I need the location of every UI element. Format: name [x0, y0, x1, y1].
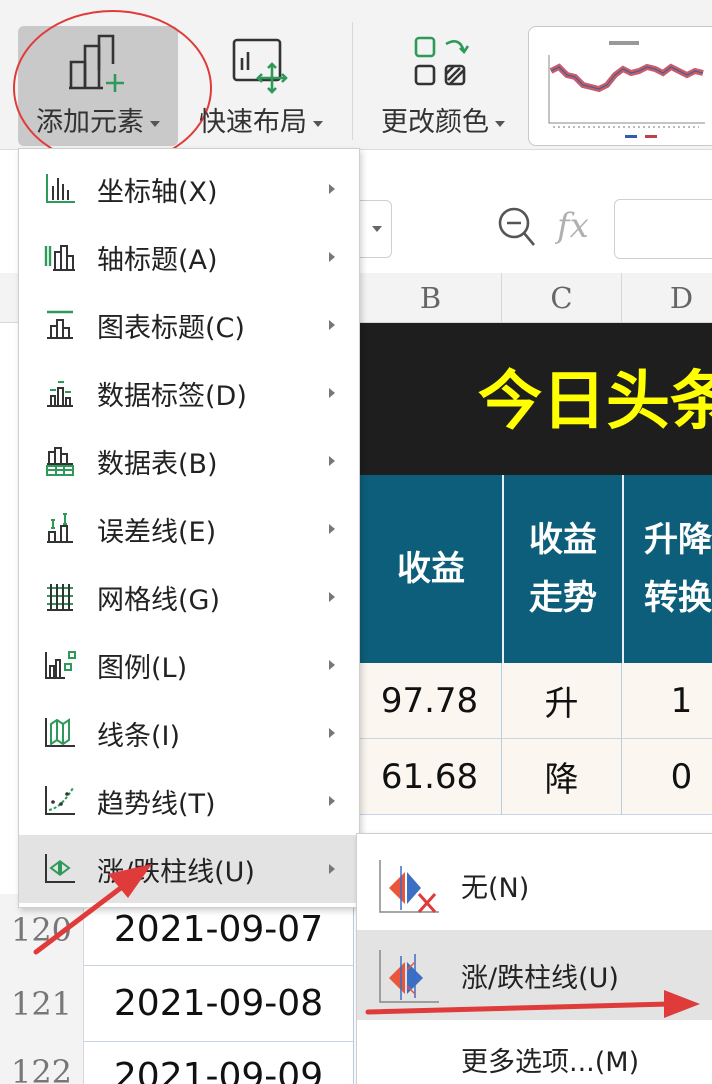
quick-layout-icon: [232, 38, 288, 94]
trendline-icon: [45, 786, 75, 815]
submenu-item-label: 涨/跌柱线(U): [461, 962, 619, 994]
lines-icon: [45, 718, 75, 747]
axis-icon: [46, 174, 75, 203]
header-cell-trend[interactable]: 收益 走势: [504, 475, 622, 663]
change-color-button[interactable]: 更改颜色: [370, 26, 516, 146]
menu-item-updown-bars[interactable]: 涨/跌柱线(U): [19, 835, 359, 903]
add-element-icon: [69, 34, 124, 92]
table-cell[interactable]: 97.78: [358, 663, 502, 739]
menu-item-label: 图例(L): [97, 652, 188, 684]
add-element-label: 添加元素: [36, 107, 144, 138]
submenu-arrow-icon: [329, 252, 335, 262]
date-cell[interactable]: 2021-09-09: [84, 1042, 354, 1084]
column-header-d[interactable]: D: [622, 273, 712, 323]
header-cell-convert[interactable]: 升降 转换: [624, 475, 712, 663]
change-color-icon: [414, 36, 470, 86]
menu-item-data-label[interactable]: 数据标签(D): [19, 359, 359, 427]
dropdown-caret-icon: [313, 120, 323, 127]
header-convert-line2: 转换: [644, 578, 712, 618]
data-label-icon: [47, 381, 73, 407]
error-bar-icon: [47, 513, 73, 543]
updown-bars-submenu: 无(N) 涨/跌柱线(U) 更多选项...(M): [356, 833, 712, 1084]
table-cell[interactable]: 降: [502, 739, 622, 815]
submenu-item-label: 更多选项...(M): [461, 1047, 640, 1078]
quick-layout-button[interactable]: 快速布局: [186, 26, 336, 146]
column-header-c[interactable]: C: [502, 273, 622, 323]
submenu-arrow-icon: [329, 728, 335, 738]
submenu-arrow-icon: [329, 456, 335, 466]
submenu-arrow-icon: [329, 524, 335, 534]
menu-item-gridline[interactable]: 网格线(G): [19, 563, 359, 631]
table-cell[interactable]: 61.68: [358, 739, 502, 815]
submenu-arrow-icon: [329, 184, 335, 194]
header-trend-line1: 收益: [529, 520, 597, 560]
menu-item-legend[interactable]: 图例(L): [19, 631, 359, 699]
submenu-item-label: 无(N): [461, 872, 530, 904]
menu-item-label: 趋势线(T): [97, 788, 216, 820]
menu-item-label: 轴标题(A): [97, 244, 218, 276]
header-trend-line2: 走势: [529, 578, 597, 618]
menu-item-data-table[interactable]: 数据表(B): [19, 427, 359, 495]
menu-item-label: 网格线(G): [97, 584, 220, 616]
header-convert-line1: 升降: [644, 520, 712, 560]
submenu-item-updown-bars[interactable]: 涨/跌柱线(U): [357, 930, 712, 1020]
date-cell[interactable]: 2021-09-08: [84, 966, 354, 1042]
add-element-button[interactable]: 添加元素: [18, 26, 178, 146]
table-cell[interactable]: 升: [502, 663, 622, 739]
dropdown-caret-icon: [150, 120, 160, 127]
add-element-menu: 坐标轴(X) 轴标题(A) 图表标题(C) 数据标签(D) 数据表(B) 误差线…: [18, 148, 360, 908]
function-icon[interactable]: fx: [557, 206, 589, 246]
menu-item-lines[interactable]: 线条(I): [19, 699, 359, 767]
banner-title: 今日头条: [478, 365, 712, 439]
submenu-arrow-icon: [329, 864, 335, 874]
row-number[interactable]: 122: [0, 1042, 84, 1084]
header-cell-income[interactable]: 收益: [360, 475, 502, 663]
zoom-out-icon[interactable]: [496, 205, 538, 249]
change-color-label: 更改颜色: [381, 107, 489, 138]
chart-preview-icon: [548, 41, 705, 138]
chart-style-thumbnail[interactable]: [528, 26, 712, 146]
submenu-arrow-icon: [329, 388, 335, 398]
menu-item-axis[interactable]: 坐标轴(X): [19, 155, 359, 223]
gridline-icon: [47, 584, 73, 611]
chart-title-icon: [47, 310, 73, 339]
menu-item-error-bar[interactable]: 误差线(E): [19, 495, 359, 563]
menu-item-label: 涨/跌柱线(U): [97, 856, 255, 888]
menu-item-chart-title[interactable]: 图表标题(C): [19, 291, 359, 359]
axis-title-icon: [44, 245, 75, 271]
menu-item-axis-title[interactable]: 轴标题(A): [19, 223, 359, 291]
submenu-item-none[interactable]: 无(N): [357, 840, 712, 930]
table-cell[interactable]: 0: [622, 739, 712, 815]
submenu-arrow-icon: [329, 660, 335, 670]
submenu-arrow-icon: [329, 796, 335, 806]
column-header-b[interactable]: B: [360, 273, 502, 323]
submenu-item-more-options[interactable]: 更多选项...(M): [357, 1020, 712, 1084]
menu-item-label: 数据表(B): [97, 448, 218, 480]
formula-input[interactable]: [614, 199, 712, 259]
quick-layout-label: 快速布局: [199, 107, 307, 138]
dropdown-caret-icon: [495, 120, 505, 127]
menu-item-label: 线条(I): [97, 720, 181, 752]
updown-bar-icon: [45, 854, 75, 883]
menu-item-label: 图表标题(C): [97, 312, 245, 344]
chevron-down-icon[interactable]: [372, 226, 382, 232]
legend-icon: [45, 651, 76, 679]
menu-item-trendline[interactable]: 趋势线(T): [19, 767, 359, 835]
data-table-icon: [46, 447, 74, 476]
menu-item-label: 误差线(E): [97, 516, 217, 548]
updown-bars-icon: [379, 950, 439, 1003]
submenu-arrow-icon: [329, 592, 335, 602]
menu-item-label: 数据标签(D): [97, 380, 247, 412]
table-cell[interactable]: 1: [622, 663, 712, 739]
submenu-arrow-icon: [329, 320, 335, 330]
menu-item-label: 坐标轴(X): [97, 176, 218, 208]
ribbon-divider: [352, 22, 353, 140]
header-income-line1: 收益: [397, 549, 465, 589]
row-number[interactable]: 121: [0, 966, 84, 1042]
no-updown-bars-icon: [379, 860, 439, 913]
